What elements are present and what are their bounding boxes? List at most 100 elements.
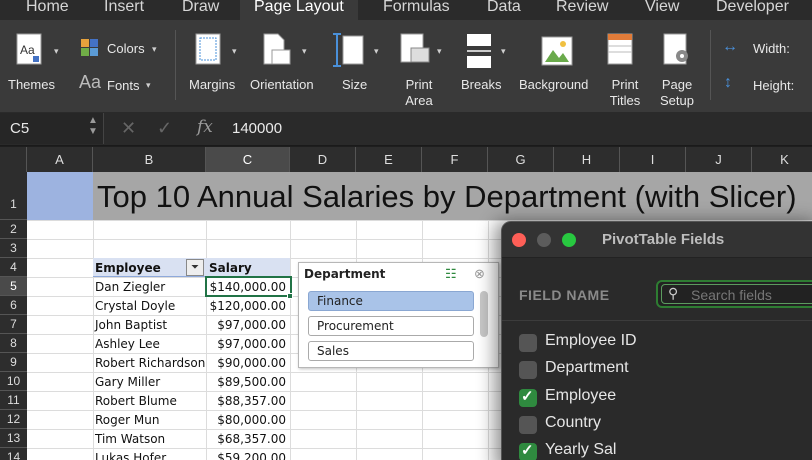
employee-cell[interactable]: Dan Ziegler <box>95 278 165 296</box>
row-header-12[interactable]: 12 <box>0 410 27 429</box>
print-titles-label: Print Titles <box>609 77 641 108</box>
cancel-icon[interactable]: ✕ <box>121 118 136 139</box>
row-header-5[interactable]: 5 <box>0 277 27 296</box>
orientation-label: Orientation <box>250 77 314 92</box>
cell-a1[interactable] <box>27 172 93 220</box>
column-header-k[interactable]: K <box>752 147 812 172</box>
salary-header: Salary <box>209 261 252 275</box>
ribbon-tab-bar: Home Insert Draw Page Layout Formulas Da… <box>0 0 812 20</box>
formula-input[interactable]: 140000 <box>232 120 282 137</box>
select-all-corner[interactable] <box>0 147 27 172</box>
fill-handle[interactable] <box>287 293 293 299</box>
column-header-d[interactable]: D <box>290 147 356 172</box>
field-label: Employee <box>545 387 617 404</box>
field-label: Country <box>545 414 602 431</box>
enter-icon[interactable]: ✓ <box>157 118 172 139</box>
employee-cell[interactable]: Roger Mun <box>95 411 159 429</box>
ribbon: Aa ▾ Themes Colors ▾ Aa Fonts ▾ ▾ Margin… <box>0 20 812 113</box>
page-setup-label: Page Setup <box>660 77 694 108</box>
salary-cell[interactable]: $88,357.00 <box>206 392 290 410</box>
active-cell-outline <box>205 276 292 297</box>
department-slicer[interactable]: Department ☷ ⊗ Finance Procurement Sales <box>298 262 499 368</box>
pane-titlebar: PivotTable Fields <box>502 222 812 258</box>
slicer-title: Department <box>304 267 386 281</box>
row-header-2[interactable]: 2 <box>0 220 27 239</box>
filter-dropdown-icon[interactable]: ⏷ <box>186 259 204 276</box>
breaks-icon <box>467 34 491 68</box>
row-header-9[interactable]: 9 <box>0 353 27 372</box>
checkbox[interactable] <box>519 416 537 434</box>
salary-cell[interactable]: $120,000.00 <box>206 297 290 315</box>
slicer-item-procurement[interactable]: Procurement <box>308 316 474 336</box>
employee-cell[interactable]: John Baptist <box>95 316 167 334</box>
ribbon-separator <box>710 30 711 100</box>
employee-cell[interactable]: Ashley Lee <box>95 335 160 353</box>
row-header-3[interactable]: 3 <box>0 239 27 258</box>
size-icon <box>333 33 364 67</box>
checkbox[interactable] <box>519 334 537 352</box>
salary-cell[interactable]: $80,000.00 <box>206 411 290 429</box>
print-area-icon <box>400 33 430 63</box>
svg-text:Aa: Aa <box>20 43 35 57</box>
search-fields-input[interactable]: ⚲ Search fields <box>656 280 812 308</box>
column-header-f[interactable]: F <box>422 147 488 172</box>
row-header-8[interactable]: 8 <box>0 334 27 353</box>
column-header-g[interactable]: G <box>488 147 554 172</box>
close-button[interactable] <box>512 233 526 247</box>
themes-icon: Aa <box>16 33 42 65</box>
checkbox[interactable] <box>519 387 537 407</box>
multi-select-icon[interactable]: ☷ <box>445 266 457 282</box>
row-header-6[interactable]: 6 <box>0 296 27 315</box>
salary-cell[interactable]: $90,000.00 <box>206 354 290 372</box>
row-header-7[interactable]: 7 <box>0 315 27 334</box>
row-header-11[interactable]: 11 <box>0 391 27 410</box>
tab-developer[interactable]: Developer <box>716 0 789 20</box>
function-icon[interactable]: fx <box>197 117 213 137</box>
slicer-scrollbar[interactable] <box>480 291 488 337</box>
salary-cell[interactable]: $89,500.00 <box>206 373 290 391</box>
salary-cell[interactable]: $97,000.00 <box>206 316 290 334</box>
employee-cell[interactable]: Tim Watson <box>95 430 165 448</box>
salary-cell[interactable]: $68,357.00 <box>206 430 290 448</box>
clear-filter-icon[interactable]: ⊗ <box>474 266 485 282</box>
tab-review[interactable]: Review <box>556 0 608 20</box>
minimize-button[interactable] <box>537 233 551 247</box>
tab-formulas[interactable]: Formulas <box>383 0 450 20</box>
slicer-item-finance[interactable]: Finance <box>308 291 474 311</box>
column-header-e[interactable]: E <box>356 147 422 172</box>
column-header-j[interactable]: J <box>686 147 752 172</box>
salary-cell[interactable]: $59,200.00 <box>206 449 290 460</box>
pane-divider <box>502 320 812 321</box>
salary-cell[interactable]: $97,000.00 <box>206 335 290 353</box>
row-header-4[interactable]: 4 <box>0 258 27 277</box>
ribbon-separator <box>175 30 176 100</box>
employee-cell[interactable]: Robert Richardson <box>95 354 205 372</box>
row-header-1[interactable]: 1 <box>0 172 27 220</box>
tab-home[interactable]: Home <box>26 0 69 20</box>
column-header-c[interactable]: C <box>206 147 290 172</box>
field-label: Yearly Sal <box>545 441 617 458</box>
employee-cell[interactable]: Lukas Hofer <box>95 449 166 460</box>
tab-data[interactable]: Data <box>487 0 521 20</box>
tab-insert[interactable]: Insert <box>104 0 144 20</box>
row-header-13[interactable]: 13 <box>0 429 27 448</box>
tab-draw[interactable]: Draw <box>182 0 219 20</box>
checkbox[interactable] <box>519 441 537 460</box>
column-header-i[interactable]: I <box>620 147 686 172</box>
column-header-a[interactable]: A <box>27 147 93 172</box>
employee-cell[interactable]: Gary Miller <box>95 373 160 391</box>
tab-page-layout[interactable]: Page Layout <box>240 0 358 20</box>
slicer-item-sales[interactable]: Sales <box>308 341 474 361</box>
row-header-10[interactable]: 10 <box>0 372 27 391</box>
zoom-button[interactable] <box>562 233 576 247</box>
column-header-h[interactable]: H <box>554 147 620 172</box>
employee-cell[interactable]: Crystal Doyle <box>95 297 175 315</box>
name-box-stepper-icon[interactable]: ▲ ▼ <box>88 115 98 137</box>
tab-view[interactable]: View <box>645 0 679 20</box>
checkbox[interactable] <box>519 361 537 379</box>
background-label: Background <box>519 77 589 92</box>
employee-cell[interactable]: Robert Blume <box>95 392 177 410</box>
breaks-label: Breaks <box>461 77 502 92</box>
column-header-b[interactable]: B <box>93 147 206 172</box>
row-header-14[interactable]: 14 <box>0 448 27 460</box>
